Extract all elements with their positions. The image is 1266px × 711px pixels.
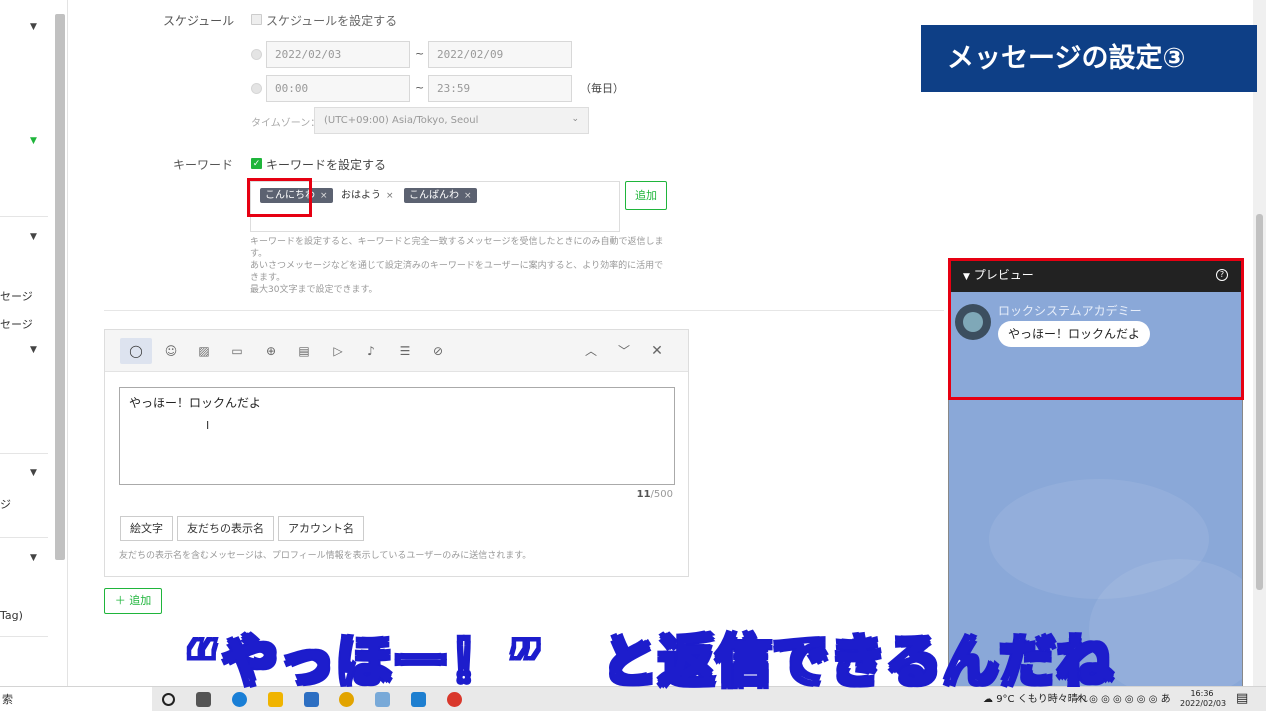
chevron-down-icon[interactable]: ▼ — [30, 553, 37, 563]
coupon-icon[interactable]: ▭ — [226, 341, 248, 361]
time-radio[interactable] — [251, 83, 262, 94]
cortana-icon[interactable] — [162, 693, 175, 706]
message-editor: ◯ ☺ ▨ ▭ ⊕ ▤ ▷ ♪ ☰ ⊘ ︿ ﹀ ✕ やっほー！ロックんだよ I … — [104, 329, 689, 577]
chevron-down-icon[interactable]: ▼ — [30, 22, 37, 32]
chevron-down-icon[interactable]: ▼ — [30, 468, 37, 478]
chevron-down-icon[interactable]: ▼ — [30, 345, 37, 355]
image-icon[interactable]: ▨ — [193, 341, 215, 361]
clock[interactable]: 16:36 2022/02/03 — [1180, 689, 1227, 709]
clock-date: 2022/02/03 — [1180, 699, 1227, 708]
account-name-button[interactable]: アカウント名 — [278, 516, 364, 541]
remove-icon[interactable]: × — [320, 191, 328, 201]
start-date-field[interactable]: 2022/02/03 — [266, 41, 410, 68]
hint-line: キーワードを設定すると、キーワードと完全一致するメッセージを受信したときにのみ自… — [250, 237, 664, 259]
timezone-label: タイムゾーン： — [251, 118, 321, 129]
message-text: やっほー！ロックんだよ — [129, 396, 262, 410]
message-textarea[interactable]: やっほー！ロックんだよ I — [119, 387, 675, 485]
keyword-tag-label: こんばんわ — [409, 190, 459, 201]
schedule-checkbox[interactable] — [251, 14, 262, 25]
divider — [0, 216, 48, 217]
chevron-down-icon[interactable]: ▼ — [30, 232, 37, 242]
screen: ▼ ▼ ▼ セージ セージ ▼ ▼ ジ ▼ Tag) スケジュール スケジュール… — [0, 0, 1266, 711]
keyword-label: キーワード — [173, 158, 234, 172]
highlight-box — [247, 178, 312, 217]
daily-label: （毎日） — [580, 82, 624, 95]
keyword-tag[interactable]: こんばんわ × — [404, 188, 477, 203]
sidebar-item-label[interactable]: セージ — [0, 288, 33, 304]
emoji-button[interactable]: 絵文字 — [120, 516, 173, 541]
divider — [0, 453, 48, 454]
sticker-icon[interactable]: ☺ — [160, 341, 182, 361]
move-up-icon[interactable]: ︿ — [580, 341, 602, 361]
editor-toolbar: ◯ ☺ ▨ ▭ ⊕ ▤ ▷ ♪ ☰ ⊘ ︿ ﹀ ✕ — [105, 330, 688, 372]
range-tilde: ~ — [415, 81, 425, 94]
survey-icon[interactable]: ☰ — [394, 341, 416, 361]
hint-line: 最大30文字まで設定できます。 — [250, 285, 378, 295]
close-icon[interactable]: ✕ — [646, 341, 668, 361]
timezone-select[interactable]: (UTC+09:00) Asia/Tokyo, Seoul ⌄ — [314, 107, 589, 134]
keyword-hint: キーワードを設定すると、キーワードと完全一致するメッセージを受信したときにのみ自… — [250, 236, 670, 296]
clock-time: 16:36 — [1190, 689, 1214, 698]
add-keyword-button[interactable]: 追加 — [625, 181, 667, 210]
video-icon[interactable]: ▷ — [327, 341, 349, 361]
friend-name-button[interactable]: 友だちの表示名 — [177, 516, 274, 541]
keyword-checkbox[interactable]: ✓ — [251, 158, 262, 169]
sidebar-item-label[interactable]: Tag) — [0, 609, 23, 622]
char-counter: 11/500 — [637, 489, 673, 500]
remove-icon[interactable]: × — [386, 191, 394, 201]
divider — [0, 537, 48, 538]
move-down-icon[interactable]: ﹀ — [613, 341, 635, 361]
keyword-checkbox-label: キーワードを設定する — [266, 158, 387, 172]
text-bubble-icon[interactable]: ◯ — [120, 338, 152, 364]
schedule-label: スケジュール — [163, 14, 235, 28]
sidebar: ▼ ▼ ▼ セージ セージ ▼ ▼ ジ ▼ Tag) — [0, 0, 68, 686]
start-time-field[interactable]: 00:00 — [266, 75, 410, 102]
add-circle-icon[interactable]: ⊕ — [260, 341, 282, 361]
keyword-tag-label: おはよう — [341, 190, 381, 201]
date-radio[interactable] — [251, 49, 262, 60]
sidebar-item-label[interactable]: セージ — [0, 316, 33, 332]
divider — [104, 310, 944, 311]
char-max: /500 — [650, 489, 673, 500]
location-icon[interactable]: ⊘ — [427, 341, 449, 361]
chevron-down-icon[interactable]: ▼ — [30, 136, 37, 146]
end-date-field[interactable]: 2022/02/09 — [428, 41, 572, 68]
highlight-box — [948, 258, 1244, 400]
title-banner: メッセージの設定③ — [921, 25, 1257, 92]
char-count: 11 — [636, 489, 651, 500]
timezone-value: (UTC+09:00) Asia/Tokyo, Seoul — [324, 115, 479, 126]
sidebar-scrollbar[interactable] — [55, 14, 65, 560]
keyword-tag[interactable]: おはよう × — [336, 188, 399, 203]
end-time-field[interactable]: 23:59 — [428, 75, 572, 102]
remove-icon[interactable]: × — [464, 191, 472, 201]
notification-icon[interactable]: ▤ — [1236, 691, 1248, 706]
scrollbar-thumb[interactable] — [1256, 214, 1263, 590]
video-caption: “やっほー！” と返信できるんだね — [183, 629, 1114, 697]
page-scrollbar[interactable] — [1253, 0, 1266, 686]
editor-note: 友だちの表示名を含むメッセージは、プロフィール情報を表示しているユーザーのみに送… — [119, 551, 532, 561]
rich-message-icon[interactable]: ▤ — [293, 341, 315, 361]
text-cursor-icon: I — [206, 419, 210, 432]
sidebar-item-label[interactable]: ジ — [0, 496, 11, 512]
schedule-checkbox-label: スケジュールを設定する — [266, 14, 398, 28]
taskbar-search[interactable]: 索 — [0, 687, 152, 711]
divider — [0, 636, 48, 637]
hint-line: あいさつメッセージなどを通じて設定済みのキーワードをユーザーに案内すると、より効… — [250, 261, 664, 283]
add-message-button[interactable]: ＋ 追加 — [104, 588, 162, 614]
range-tilde: ~ — [415, 47, 425, 60]
chevron-down-icon: ⌄ — [571, 114, 579, 124]
audio-icon[interactable]: ♪ — [360, 341, 382, 361]
